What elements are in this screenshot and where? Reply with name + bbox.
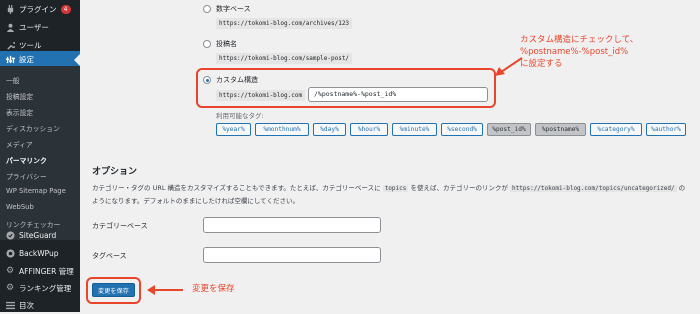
current-menu-arrow bbox=[74, 54, 80, 66]
annotation-arrow-icon bbox=[495, 57, 523, 76]
category-base-label: カテゴリーベース bbox=[92, 222, 148, 230]
custom-url-prefix: https://tokomi-blog.com bbox=[216, 90, 306, 101]
option-label-custom: カスタム構造 bbox=[216, 76, 258, 84]
tag-base-input[interactable] bbox=[203, 247, 381, 263]
example-url-postname: https://tokomi-blog.com/sample-post/ bbox=[216, 53, 353, 64]
tag-button-hour[interactable]: %hour% bbox=[350, 123, 388, 136]
tag-button-monthnum[interactable]: %monthnum% bbox=[255, 123, 309, 136]
tag-button-second[interactable]: %second% bbox=[441, 123, 483, 136]
sidebar-item-label: 設定 bbox=[19, 54, 34, 64]
save-changes-button[interactable]: 変更を保存 bbox=[92, 283, 135, 297]
desc-code-url: https://tokomi-blog.com/topics/uncategor… bbox=[510, 185, 677, 192]
optional-heading: オプション bbox=[92, 167, 138, 177]
radio-numeric[interactable] bbox=[203, 5, 211, 13]
submenu-general[interactable]: 一般 bbox=[6, 75, 20, 85]
tag-button-category[interactable]: %category% bbox=[590, 123, 642, 136]
tag-button-year[interactable]: %year% bbox=[216, 123, 251, 136]
annotation-custom-line1: カスタム構造にチェックして、 bbox=[520, 35, 639, 45]
settings-icon bbox=[5, 54, 15, 64]
optional-description: カテゴリー・タグの URL 構造をカスタマイズすることもできます。たとえば、カテ… bbox=[92, 182, 692, 207]
sidebar-item-label: ユーザー bbox=[19, 22, 49, 32]
radio-postname[interactable] bbox=[203, 40, 211, 48]
update-count-badge: 4 bbox=[60, 4, 71, 14]
save-arrow-icon bbox=[147, 285, 183, 295]
sidebar-item-affinger[interactable]: ⚙ AFFINGER 管理 bbox=[0, 262, 80, 280]
example-url-numeric: https://tokomi-blog.com/archives/123 bbox=[216, 18, 353, 29]
desc-code-topics: topics bbox=[382, 185, 409, 192]
sidebar-item-label: SiteGuard bbox=[19, 230, 57, 240]
submenu-writing[interactable]: 投稿設定 bbox=[6, 91, 33, 101]
annotation-custom-line3: に設定する bbox=[520, 59, 563, 69]
backwpup-icon bbox=[5, 248, 15, 258]
plugin-icon bbox=[5, 4, 15, 14]
toc-icon bbox=[5, 300, 15, 310]
sidebar-item-label: ツール bbox=[19, 40, 42, 50]
desc-text-line2: ようになります。デフォルトのままにしたければ空欄にしてください。 bbox=[92, 197, 299, 205]
annotation-save: 変更を保存 bbox=[192, 284, 235, 294]
submenu-media[interactable]: メディア bbox=[6, 139, 33, 149]
desc-text-c: の bbox=[678, 184, 686, 192]
sidebar-item-label: AFFINGER 管理 bbox=[19, 266, 74, 276]
option-label-postname: 投稿名 bbox=[216, 40, 237, 48]
sidebar-item-ranking[interactable]: ⚙ ランキング管理 bbox=[0, 279, 80, 297]
sidebar-item-toc[interactable]: 目次 bbox=[0, 296, 80, 314]
radio-custom-structure[interactable] bbox=[203, 76, 211, 84]
admin-sidebar: プラグイン 4 ユーザー ツール 設定 一般 投稿設定 表示設定 ディスカッショ… bbox=[0, 0, 80, 312]
sidebar-item-backwpup[interactable]: BackWPup bbox=[0, 244, 80, 262]
desc-text-b: を使えば、カテゴリーのリンクが bbox=[410, 184, 508, 192]
submenu-websub[interactable]: WebSub bbox=[6, 203, 34, 211]
submenu-permalink[interactable]: パーマリンク bbox=[6, 155, 47, 165]
category-base-input[interactable] bbox=[203, 217, 381, 233]
submenu-discussion[interactable]: ディスカッション bbox=[6, 123, 60, 133]
sidebar-item-settings[interactable]: 設定 bbox=[0, 51, 80, 67]
ranking-gear-icon: ⚙ bbox=[5, 283, 15, 293]
submenu-privacy[interactable]: プライバシー bbox=[6, 171, 47, 181]
submenu-wp-sitemap-page[interactable]: WP Sitemap Page bbox=[6, 187, 66, 195]
sidebar-item-label: ランキング管理 bbox=[19, 283, 72, 293]
available-tags-label: 利用可能なタグ: bbox=[216, 112, 264, 120]
siteguard-icon bbox=[5, 230, 15, 240]
desc-text-a: カテゴリー・タグの URL 構造をカスタマイズすることもできます。たとえば、カテ… bbox=[92, 184, 381, 192]
sidebar-item-plugins[interactable]: プラグイン 4 bbox=[0, 0, 80, 18]
submenu-reading[interactable]: 表示設定 bbox=[6, 107, 33, 117]
annotation-custom-line2: %postname%-%post_id% bbox=[520, 47, 629, 57]
sidebar-item-users[interactable]: ユーザー bbox=[0, 18, 80, 36]
sidebar-item-siteguard[interactable]: SiteGuard bbox=[0, 226, 80, 244]
settings-submenu: 一般 投稿設定 表示設定 ディスカッション メディア パーマリンク プライバシー… bbox=[0, 66, 80, 240]
tag-base-label: タグベース bbox=[92, 252, 127, 260]
tag-button-post-id[interactable]: %post_id% bbox=[487, 123, 531, 136]
sidebar-item-label: 目次 bbox=[19, 300, 34, 310]
tag-button-day[interactable]: %day% bbox=[313, 123, 346, 136]
option-label-numeric: 数字ベース bbox=[216, 5, 251, 13]
tag-button-minute[interactable]: %minute% bbox=[392, 123, 437, 136]
tag-button-author[interactable]: %author% bbox=[646, 123, 686, 136]
affinger-gear-icon: ⚙ bbox=[5, 266, 15, 276]
user-icon bbox=[5, 22, 15, 32]
wrench-icon bbox=[5, 40, 15, 50]
sidebar-item-label: プラグイン bbox=[19, 4, 57, 14]
tag-button-postname[interactable]: %postname% bbox=[535, 123, 586, 136]
sidebar-item-label: BackWPup bbox=[19, 248, 59, 258]
custom-structure-input[interactable]: /%postname%-%post_id% bbox=[308, 87, 488, 102]
